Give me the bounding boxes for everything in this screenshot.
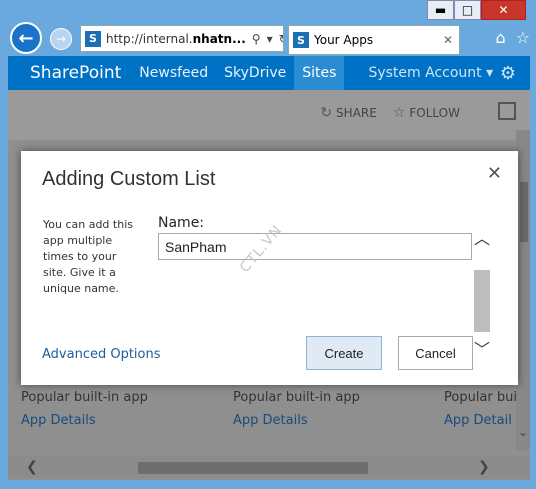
share-icon: ↻ bbox=[320, 105, 333, 121]
follow-label: FOLLOW bbox=[409, 106, 460, 120]
address-host: nhatn... bbox=[192, 31, 246, 46]
favorites-star-icon[interactable]: ☆ bbox=[516, 28, 530, 47]
address-bar[interactable]: S http://internal.nhatn... ⚲ ▾ ↻ bbox=[80, 25, 284, 52]
address-text: http://internal. bbox=[106, 31, 193, 46]
close-window-button[interactable]: ✕ bbox=[481, 0, 526, 20]
browser-tools: ⌂ ☆ bbox=[496, 28, 531, 47]
sharepoint-favicon-icon: S bbox=[85, 30, 101, 47]
app-details-link[interactable]: App Details bbox=[21, 413, 148, 428]
share-label: SHARE bbox=[336, 106, 377, 120]
app-details-link[interactable]: App Detail bbox=[444, 413, 517, 428]
share-button[interactable]: ↻ SHARE bbox=[320, 105, 377, 121]
browser-navbar: ← → S http://internal.nhatn... ⚲ ▾ ↻ S Y… bbox=[8, 20, 530, 56]
tab-close-icon[interactable]: ✕ bbox=[443, 33, 453, 47]
nav-skydrive[interactable]: SkyDrive bbox=[216, 65, 294, 81]
horizontal-scroll-thumb[interactable] bbox=[138, 462, 368, 474]
sharepoint-favicon-icon: S bbox=[293, 32, 309, 48]
dialog-title: Adding Custom List bbox=[42, 168, 216, 190]
back-arrow-icon: ← bbox=[18, 27, 34, 49]
forward-button[interactable]: → bbox=[50, 28, 72, 50]
create-button[interactable]: Create bbox=[306, 336, 382, 370]
app-subtitle: Popular built-in app bbox=[233, 390, 360, 405]
nav-sites[interactable]: Sites bbox=[294, 56, 345, 90]
scroll-down-icon[interactable]: ⌄ bbox=[516, 425, 530, 439]
forward-arrow-icon: → bbox=[55, 32, 67, 46]
name-input[interactable] bbox=[158, 233, 472, 260]
app-subtitle: Popular built-in app bbox=[21, 390, 148, 405]
window-controls: ▬ □ ✕ bbox=[427, 0, 526, 20]
maximize-button[interactable]: □ bbox=[454, 0, 481, 20]
name-label: Name: bbox=[158, 215, 205, 231]
browser-tab[interactable]: S Your Apps ✕ bbox=[288, 25, 460, 55]
browser-window: ▬ □ ✕ ← → S http://internal. nhatn... ⚲ ▾… bbox=[0, 0, 536, 489]
star-icon: ☆ bbox=[392, 105, 406, 121]
app-tile: Popular bui App Detail bbox=[444, 390, 517, 428]
dialog-scrollbar[interactable]: ︿ ﹀ bbox=[472, 210, 492, 360]
scroll-left-icon[interactable]: ❮ bbox=[26, 459, 38, 475]
gear-icon[interactable]: ⚙ bbox=[500, 63, 516, 84]
nav-newsfeed[interactable]: Newsfeed bbox=[131, 65, 216, 81]
page-toolbar: ↻ SHARE ☆ FOLLOW bbox=[8, 90, 530, 140]
page-vertical-scrollbar[interactable] bbox=[516, 130, 530, 450]
tab-title: Your Apps bbox=[314, 33, 374, 47]
dialog-scroll-thumb[interactable] bbox=[474, 270, 490, 332]
scroll-right-icon[interactable]: ❯ bbox=[478, 459, 490, 475]
app-tile: Popular built-in app App Details bbox=[233, 390, 360, 428]
search-icon[interactable]: ⚲ bbox=[252, 32, 261, 46]
sharepoint-suite-bar: SharePoint Newsfeed SkyDrive Sites Syste… bbox=[8, 56, 530, 90]
adding-custom-list-dialog: Adding Custom List ✕ You can add this ap… bbox=[21, 151, 518, 385]
home-icon[interactable]: ⌂ bbox=[496, 28, 506, 47]
dialog-description: You can add this app multiple times to y… bbox=[43, 218, 133, 295]
focus-on-content-icon[interactable] bbox=[498, 102, 516, 120]
refresh-icon[interactable]: ↻ bbox=[279, 32, 283, 46]
back-button[interactable]: ← bbox=[10, 22, 42, 54]
cancel-button[interactable]: Cancel bbox=[398, 336, 473, 370]
dialog-close-icon[interactable]: ✕ bbox=[487, 163, 502, 184]
scroll-down-icon[interactable]: ﹀ bbox=[474, 336, 490, 360]
scroll-up-icon[interactable]: ︿ bbox=[474, 225, 490, 249]
app-details-link[interactable]: App Details bbox=[233, 413, 360, 428]
app-tile: Popular built-in app App Details bbox=[21, 390, 148, 428]
app-subtitle: Popular bui bbox=[444, 390, 517, 405]
dropdown-icon[interactable]: ▾ bbox=[267, 32, 273, 46]
advanced-options-link[interactable]: Advanced Options bbox=[42, 347, 161, 362]
account-menu[interactable]: System Account ▾ bbox=[368, 65, 493, 81]
page-vertical-scroll-thumb[interactable] bbox=[520, 182, 528, 242]
minimize-button[interactable]: ▬ bbox=[427, 0, 454, 20]
page-horizontal-scrollbar[interactable]: ❮ ❯ bbox=[8, 456, 530, 478]
follow-button[interactable]: ☆ FOLLOW bbox=[393, 105, 460, 121]
sharepoint-brand[interactable]: SharePoint bbox=[30, 63, 121, 83]
